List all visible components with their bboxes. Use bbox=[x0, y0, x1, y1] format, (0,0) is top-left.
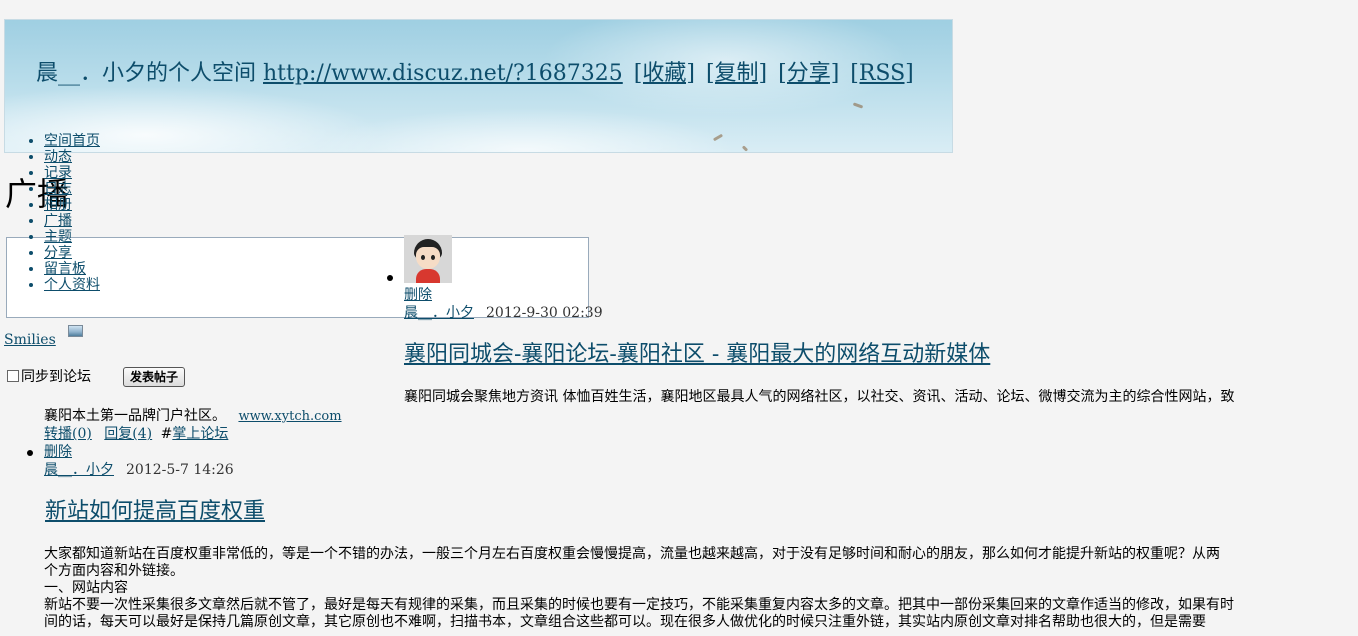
feed-title: 新站如何提高百度权重 bbox=[45, 498, 265, 526]
nav-item-blog: 日志 bbox=[44, 181, 100, 197]
share-link[interactable]: [分享] bbox=[778, 61, 839, 86]
feed-title-link[interactable]: 新站如何提高百度权重 bbox=[45, 499, 265, 524]
nav-link-guestbook[interactable]: 留言板 bbox=[44, 261, 86, 277]
favorite-link[interactable]: [收藏] bbox=[634, 61, 695, 86]
nav-item-profile: 个人资料 bbox=[44, 277, 100, 293]
nav-link-home[interactable]: 空间首页 bbox=[44, 133, 100, 149]
post-time: 2012-9-30 02:39 bbox=[486, 305, 603, 321]
repost-link[interactable]: 转播(0) bbox=[44, 426, 92, 442]
dandelion-seed-decoration bbox=[741, 145, 749, 152]
nav-link-broadcast[interactable]: 广播 bbox=[44, 213, 72, 229]
body-line: 间的话，每天可以最好是保持几篇原创文章，其它原创也不难啊，扫描书本，文章组合这些… bbox=[44, 614, 1206, 630]
list-bullet bbox=[387, 275, 393, 281]
site-link[interactable]: www.xytch.com bbox=[238, 409, 341, 424]
image-icon[interactable] bbox=[68, 325, 83, 337]
rss-link[interactable]: [RSS] bbox=[850, 61, 914, 86]
space-nav: 空间首页 动态 记录 日志 相册 广播 主题 分享 留言板 个人资料 bbox=[44, 133, 100, 293]
tag-link[interactable]: 掌上论坛 bbox=[172, 426, 228, 442]
feed-actions: 转播(0) 回复(4) #掌上论坛 bbox=[44, 426, 228, 443]
user-avatar[interactable] bbox=[404, 235, 452, 283]
nav-item-home: 空间首页 bbox=[44, 133, 100, 149]
feed-title-link[interactable]: 襄阳同城会-襄阳论坛-襄阳社区 - 襄阳最大的网络互动新媒体 bbox=[404, 342, 990, 367]
nav-link-album[interactable]: 相册 bbox=[44, 197, 72, 213]
space-header-banner: 晨__．小夕的个人空间 http://www.discuz.net/?16873… bbox=[4, 19, 953, 153]
reply-link[interactable]: 回复(4) bbox=[104, 426, 152, 442]
dandelion-seed-decoration bbox=[712, 133, 724, 142]
feed-excerpt: 襄阳同城会聚焦地方资讯 体恤百姓生活，襄阳地区最具人气的网络社区，以社交、资讯、… bbox=[404, 389, 1235, 405]
nav-link-profile[interactable]: 个人资料 bbox=[44, 277, 100, 293]
nav-item-records: 记录 bbox=[44, 165, 100, 181]
nav-link-blog[interactable]: 日志 bbox=[44, 181, 72, 197]
nav-link-threads[interactable]: 主题 bbox=[44, 229, 72, 245]
feed-title: 襄阳同城会-襄阳论坛-襄阳社区 - 襄阳最大的网络互动新媒体 bbox=[404, 341, 990, 369]
nav-item-guestbook: 留言板 bbox=[44, 261, 100, 277]
author-link[interactable]: 晨__．小夕 bbox=[404, 305, 474, 321]
space-name: 晨__．小夕的个人空间 bbox=[36, 61, 257, 86]
feed-body: 大家都知道新站在百度权重非常低的，等是一个不错的办法，一般三个月左右百度权重会慢… bbox=[44, 546, 1358, 631]
list-bullet bbox=[27, 450, 33, 456]
space-url-link[interactable]: http://www.discuz.net/?1687325 bbox=[263, 61, 623, 86]
delete-link[interactable]: 删除 bbox=[44, 444, 72, 461]
feed-meta: 晨__．小夕 2012-5-7 14:26 bbox=[44, 462, 234, 479]
copy-link[interactable]: [复制] bbox=[706, 61, 767, 86]
body-line: 个方面内容和外链接。 bbox=[44, 563, 184, 579]
dandelion-seed-decoration bbox=[852, 102, 864, 109]
nav-link-records[interactable]: 记录 bbox=[44, 165, 72, 181]
delete-link[interactable]: 删除 bbox=[404, 287, 432, 304]
feed-meta: 晨__．小夕 2012-9-30 02:39 bbox=[404, 305, 603, 322]
sync-label: 同步到论坛 bbox=[21, 369, 91, 385]
smilies-link[interactable]: Smilies bbox=[4, 331, 56, 349]
body-line: 一、网站内容 bbox=[44, 580, 128, 596]
tag-prefix: # bbox=[160, 426, 173, 442]
sync-checkbox[interactable] bbox=[7, 370, 19, 382]
nav-link-share[interactable]: 分享 bbox=[44, 245, 72, 261]
space-title: 晨__．小夕的个人空间 http://www.discuz.net/?16873… bbox=[36, 60, 936, 87]
nav-item-threads: 主题 bbox=[44, 229, 100, 245]
nav-link-feed[interactable]: 动态 bbox=[44, 149, 72, 165]
nav-item-album: 相册 bbox=[44, 197, 100, 213]
feed-note: 襄阳本土第一品牌门户社区。 www.xytch.com bbox=[44, 408, 342, 425]
nav-item-share: 分享 bbox=[44, 245, 100, 261]
author-link[interactable]: 晨__．小夕 bbox=[44, 462, 114, 478]
sync-to-forum-option[interactable]: 同步到论坛 bbox=[7, 366, 91, 386]
publish-post-button[interactable]: 发表帖子 bbox=[123, 367, 186, 387]
post-time: 2012-5-7 14:26 bbox=[126, 462, 234, 478]
body-line: 大家都知道新站在百度权重非常低的，等是一个不错的办法，一般三个月左右百度权重会慢… bbox=[44, 546, 1220, 562]
nav-item-broadcast: 广播 bbox=[44, 213, 100, 229]
body-line: 新站不要一次性采集很多文章然后就不管了，最好是每天有规律的采集，而且采集的时候也… bbox=[44, 597, 1234, 613]
nav-item-feed: 动态 bbox=[44, 149, 100, 165]
feed-note-text: 襄阳本土第一品牌门户社区。 bbox=[44, 408, 226, 424]
